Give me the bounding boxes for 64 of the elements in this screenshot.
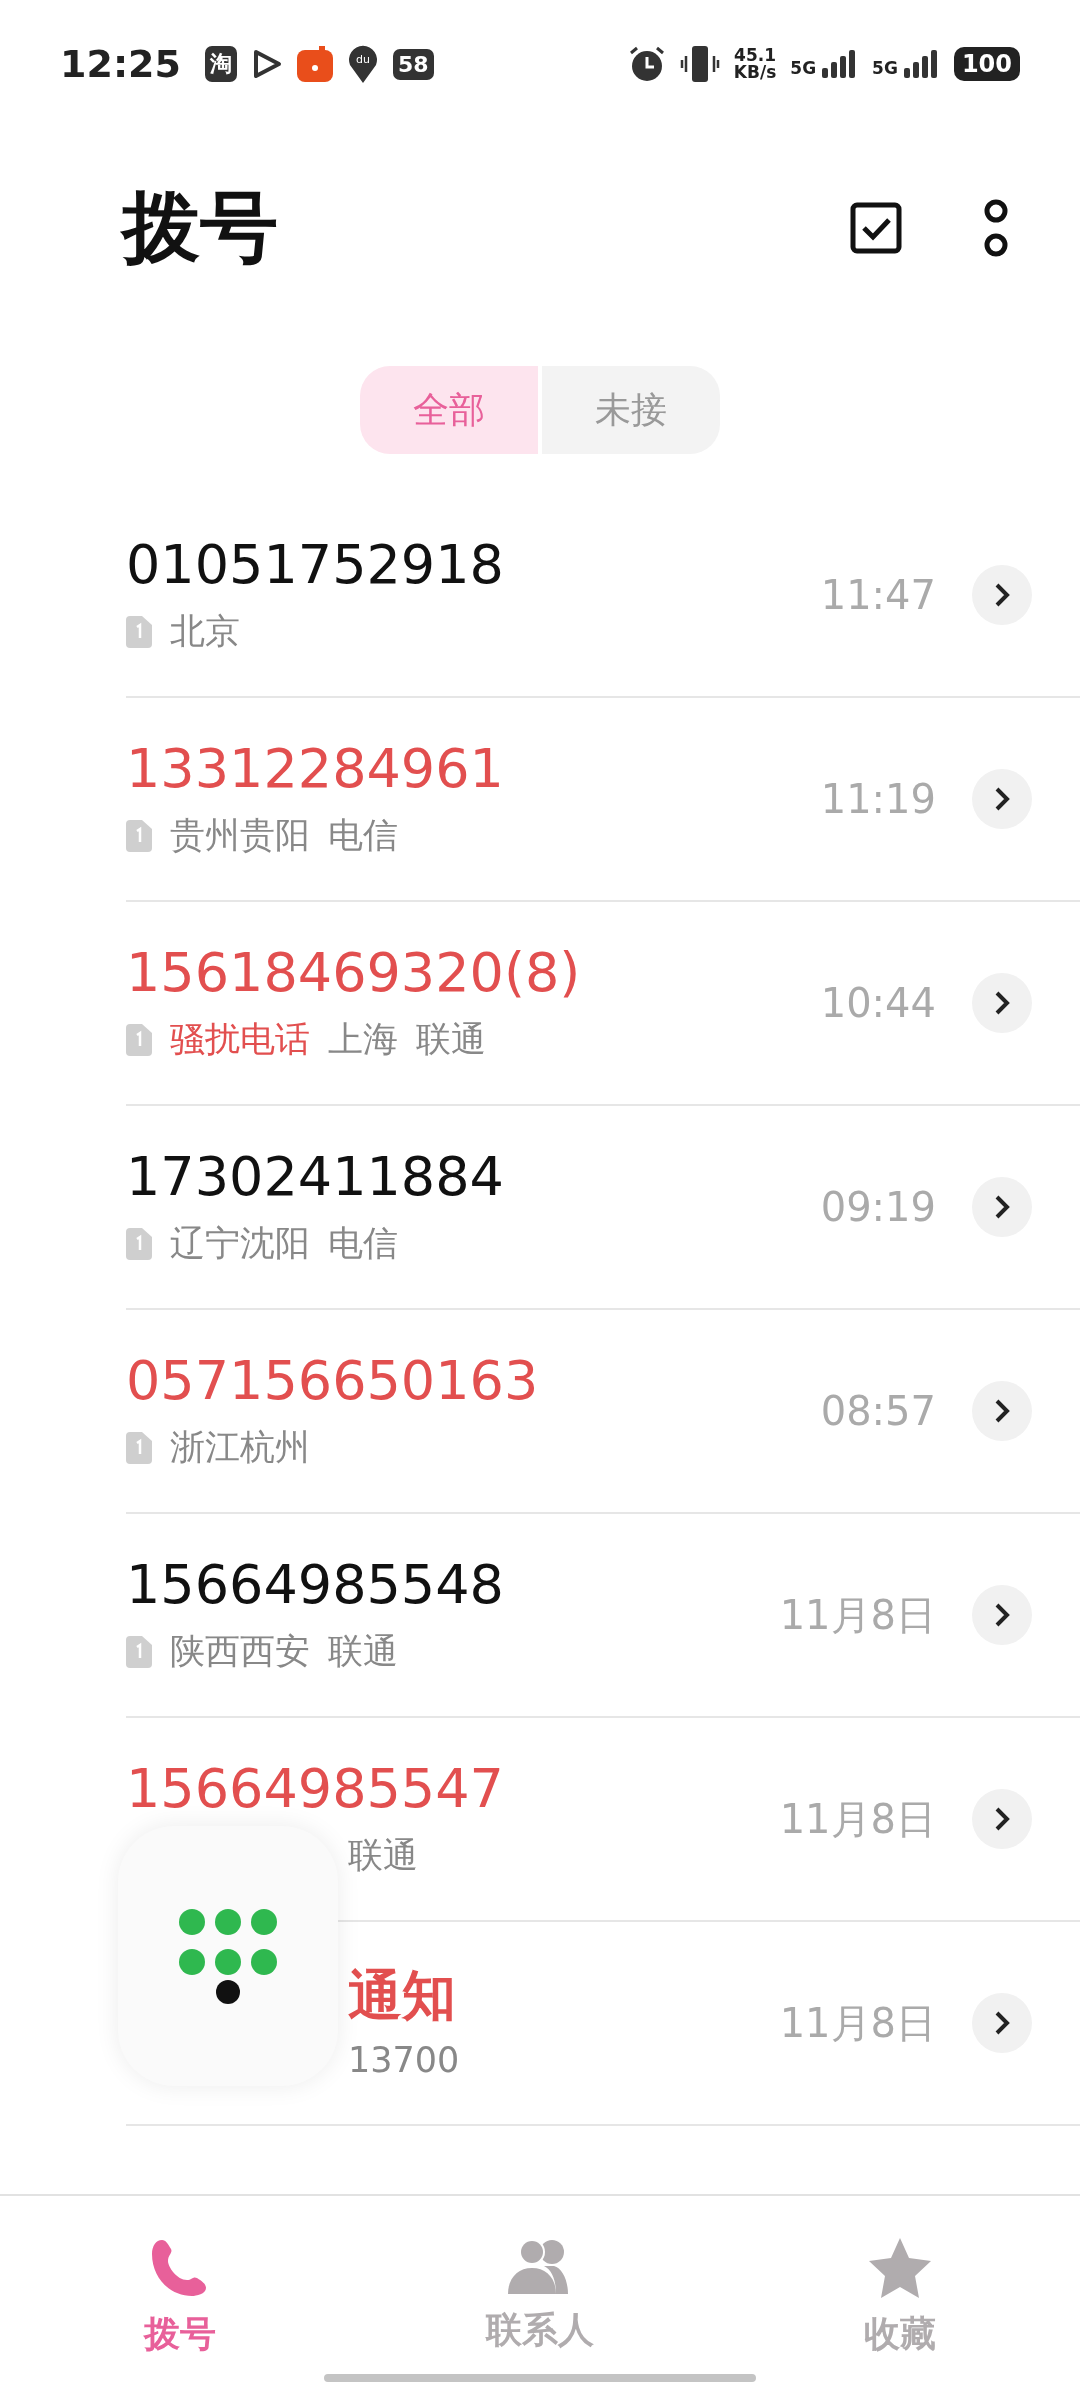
sim-card-icon	[126, 1431, 152, 1464]
tomato-icon	[296, 46, 333, 82]
chevron-right-icon	[994, 2010, 1010, 2036]
chevron-right-icon	[994, 582, 1010, 608]
filter-tab[interactable]: 全部	[360, 366, 538, 454]
app-notification-icon: 淘	[204, 46, 237, 82]
caller-name: 057156650163	[126, 1350, 540, 1411]
sim-card-icon	[126, 1227, 152, 1260]
caller-name: 13312284961	[126, 738, 505, 799]
sim-card-icon	[126, 615, 152, 648]
call-time: 08:57	[820, 1388, 936, 1434]
speed-unit: KB/s	[733, 64, 777, 81]
chevron-right-icon	[994, 1398, 1010, 1424]
call-detail: 上海	[328, 1018, 398, 1062]
page-title: 拨号	[122, 180, 279, 274]
call-time: 09:19	[820, 1184, 936, 1230]
call-detail: 电信	[328, 1222, 398, 1266]
network-type: 5G	[872, 58, 898, 78]
call-time: 11月8日	[779, 1794, 936, 1844]
chevron-right-icon	[994, 990, 1010, 1016]
call-detail: 浙江杭州	[170, 1426, 310, 1470]
chevron-right-icon	[994, 1806, 1010, 1832]
caller-name: 15618469320(8)	[126, 942, 582, 1003]
sim-card-icon	[126, 1023, 152, 1056]
call-time: 11月8日	[779, 1590, 936, 1640]
call-detail: 联通	[416, 1018, 486, 1062]
call-time: 11:19	[820, 776, 936, 822]
more-icon	[982, 197, 1010, 259]
battery-level: 100	[953, 47, 1020, 81]
call-detail: 电信	[328, 814, 398, 858]
dialpad-icon	[178, 1908, 278, 2004]
call-detail: 联通	[328, 1630, 398, 1674]
call-detail: 贵州贵阳	[170, 814, 310, 858]
notification-count: 58	[392, 48, 434, 80]
caller-name: 01051752918	[126, 534, 505, 595]
nav-tab[interactable]: 收藏	[720, 2196, 1080, 2392]
call-time: 11月8日	[779, 1998, 936, 2048]
nav-tab[interactable]: 拨号	[0, 2196, 360, 2392]
chevron-right-icon	[994, 1602, 1010, 1628]
sim-card-icon	[126, 819, 152, 852]
caller-name: 15664985547	[126, 1758, 505, 1819]
vibrate-icon	[679, 46, 720, 82]
caller-name: 15664985548	[126, 1554, 505, 1615]
filter-tab[interactable]: 未接	[542, 366, 720, 454]
caller-name: 17302411884	[126, 1146, 505, 1207]
status-time: 12:25	[60, 42, 181, 86]
star-icon	[867, 2236, 933, 2300]
sim-card-icon	[126, 1635, 152, 1668]
call-detail: 辽宁沈阳	[170, 1222, 310, 1266]
network-type: 5G	[790, 58, 817, 78]
caller-name: 通知	[348, 1966, 457, 2026]
chevron-right-icon	[994, 786, 1010, 812]
network-speed: 45.1	[734, 47, 777, 64]
spam-label: 骚扰电话	[170, 1018, 310, 1062]
call-detail: 北京	[170, 610, 240, 654]
checkbox-icon	[850, 202, 902, 254]
call-detail: 13700	[348, 2039, 460, 2080]
call-detail: 联通	[348, 1834, 418, 1878]
call-time: 11:47	[820, 572, 936, 618]
chevron-right-icon	[994, 1194, 1010, 1220]
call-time: 10:44	[820, 980, 936, 1026]
call-detail: 陕西西安	[170, 1630, 310, 1674]
alarm-icon	[627, 45, 666, 83]
map-pin-label: du	[356, 53, 370, 66]
